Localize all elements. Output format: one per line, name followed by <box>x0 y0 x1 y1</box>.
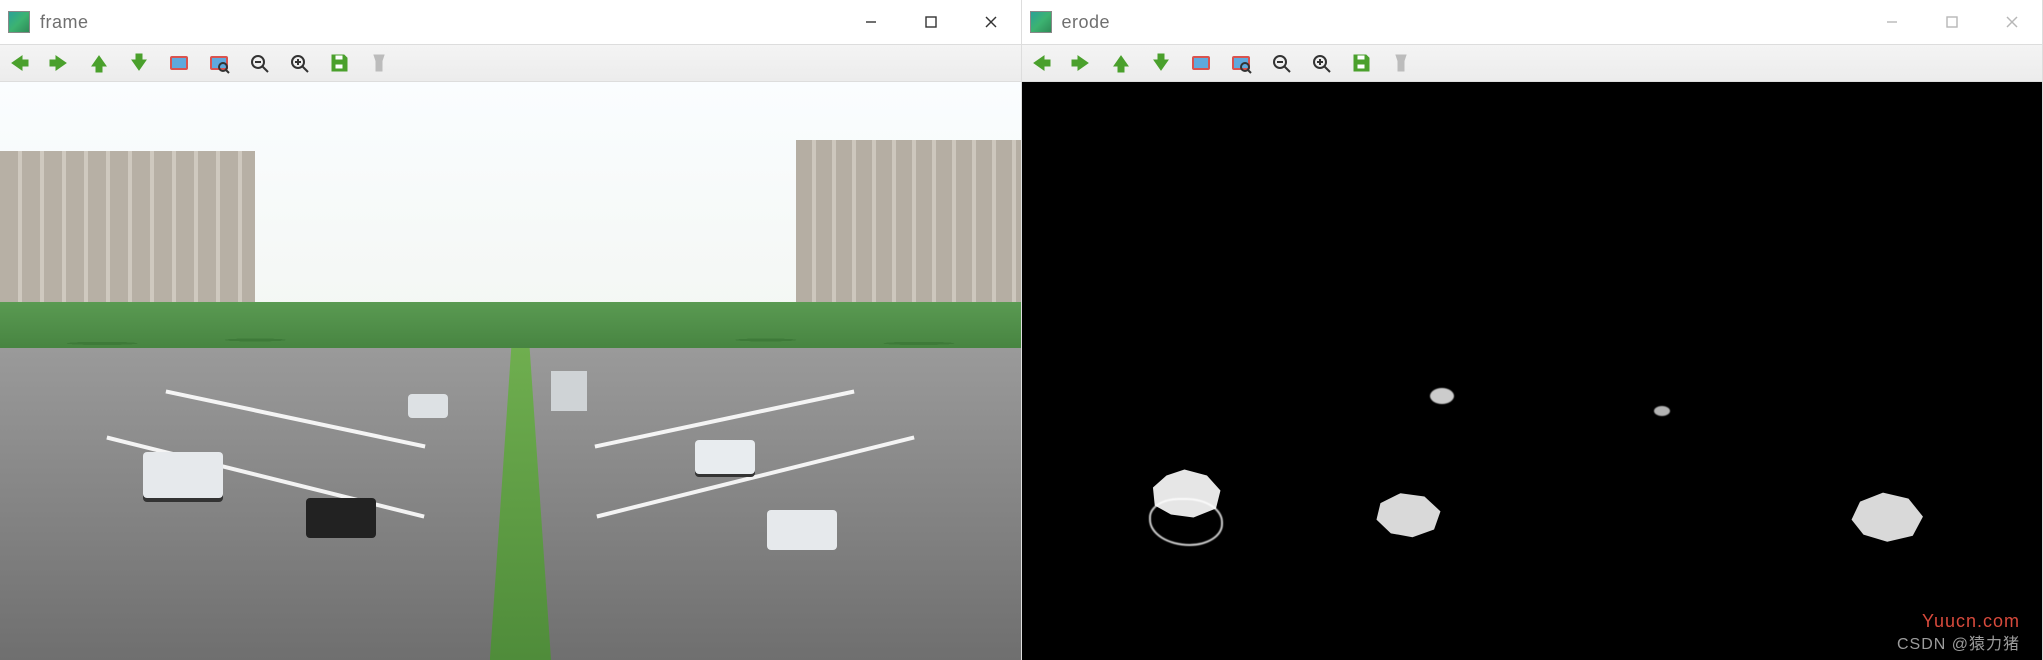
roi-rect-icon <box>1190 52 1212 74</box>
maximize-button[interactable] <box>901 0 961 44</box>
window-frame: frame <box>0 0 1022 660</box>
nav-forward-button[interactable] <box>1070 52 1092 74</box>
arrow-right-icon <box>1070 52 1092 74</box>
toolbar <box>1022 44 2043 82</box>
window-title: frame <box>40 12 841 33</box>
nav-up-button[interactable] <box>1110 52 1132 74</box>
save-button[interactable] <box>1350 52 1372 74</box>
nav-up-button[interactable] <box>88 52 110 74</box>
image-viewport[interactable]: Yuucn.com CSDN @猿力猪 <box>1022 82 2043 660</box>
minimize-button[interactable] <box>1862 0 1922 44</box>
nav-back-button[interactable] <box>8 52 30 74</box>
arrow-left-icon <box>1030 52 1052 74</box>
arrow-up-icon <box>1110 52 1132 74</box>
app-icon <box>1030 11 1052 33</box>
zoom-in-icon <box>288 52 310 74</box>
image-viewport[interactable] <box>0 82 1021 660</box>
arrow-down-icon <box>128 52 150 74</box>
maximize-button[interactable] <box>1922 0 1982 44</box>
window-title: erode <box>1062 12 1863 33</box>
toolbar <box>0 44 1021 82</box>
nav-down-button[interactable] <box>128 52 150 74</box>
arrow-left-icon <box>8 52 30 74</box>
arrow-right-icon <box>48 52 70 74</box>
zoom-in-icon <box>1310 52 1332 74</box>
desktop: frame e <box>0 0 2043 660</box>
zoom-out-icon <box>248 52 270 74</box>
zoom-in-button[interactable] <box>1310 52 1332 74</box>
properties-button[interactable] <box>1390 52 1412 74</box>
nav-back-button[interactable] <box>1030 52 1052 74</box>
properties-button[interactable] <box>368 52 390 74</box>
save-button[interactable] <box>328 52 350 74</box>
watermark-csdn: CSDN @猿力猪 <box>1897 630 2020 654</box>
zoom-out-button[interactable] <box>1270 52 1292 74</box>
arrow-up-icon <box>88 52 110 74</box>
zoom-out-button[interactable] <box>248 52 270 74</box>
app-icon <box>8 11 30 33</box>
watermark-url: Yuucn.com <box>1922 611 2020 632</box>
roi-zoom-icon <box>1230 52 1252 74</box>
minimize-button[interactable] <box>841 0 901 44</box>
titlebar[interactable]: erode <box>1022 0 2043 44</box>
roi-button[interactable] <box>168 52 190 74</box>
frame-image <box>0 82 1021 660</box>
nav-down-button[interactable] <box>1150 52 1172 74</box>
roi-rect-icon <box>168 52 190 74</box>
roi-button[interactable] <box>1190 52 1212 74</box>
roi-zoom-button[interactable] <box>1230 52 1252 74</box>
window-controls <box>841 0 1021 44</box>
close-button[interactable] <box>961 0 1021 44</box>
zoom-out-icon <box>1270 52 1292 74</box>
flashlight-icon <box>368 52 390 74</box>
roi-zoom-button[interactable] <box>208 52 230 74</box>
zoom-in-button[interactable] <box>288 52 310 74</box>
roi-zoom-icon <box>208 52 230 74</box>
arrow-down-icon <box>1150 52 1172 74</box>
save-icon <box>328 52 350 74</box>
erode-image <box>1022 82 2043 660</box>
window-controls <box>1862 0 2042 44</box>
close-button[interactable] <box>1982 0 2042 44</box>
window-erode: erode Yuucn.com CSDN @猿力猪 <box>1022 0 2043 660</box>
flashlight-icon <box>1390 52 1412 74</box>
save-icon <box>1350 52 1372 74</box>
titlebar[interactable]: frame <box>0 0 1021 44</box>
nav-forward-button[interactable] <box>48 52 70 74</box>
